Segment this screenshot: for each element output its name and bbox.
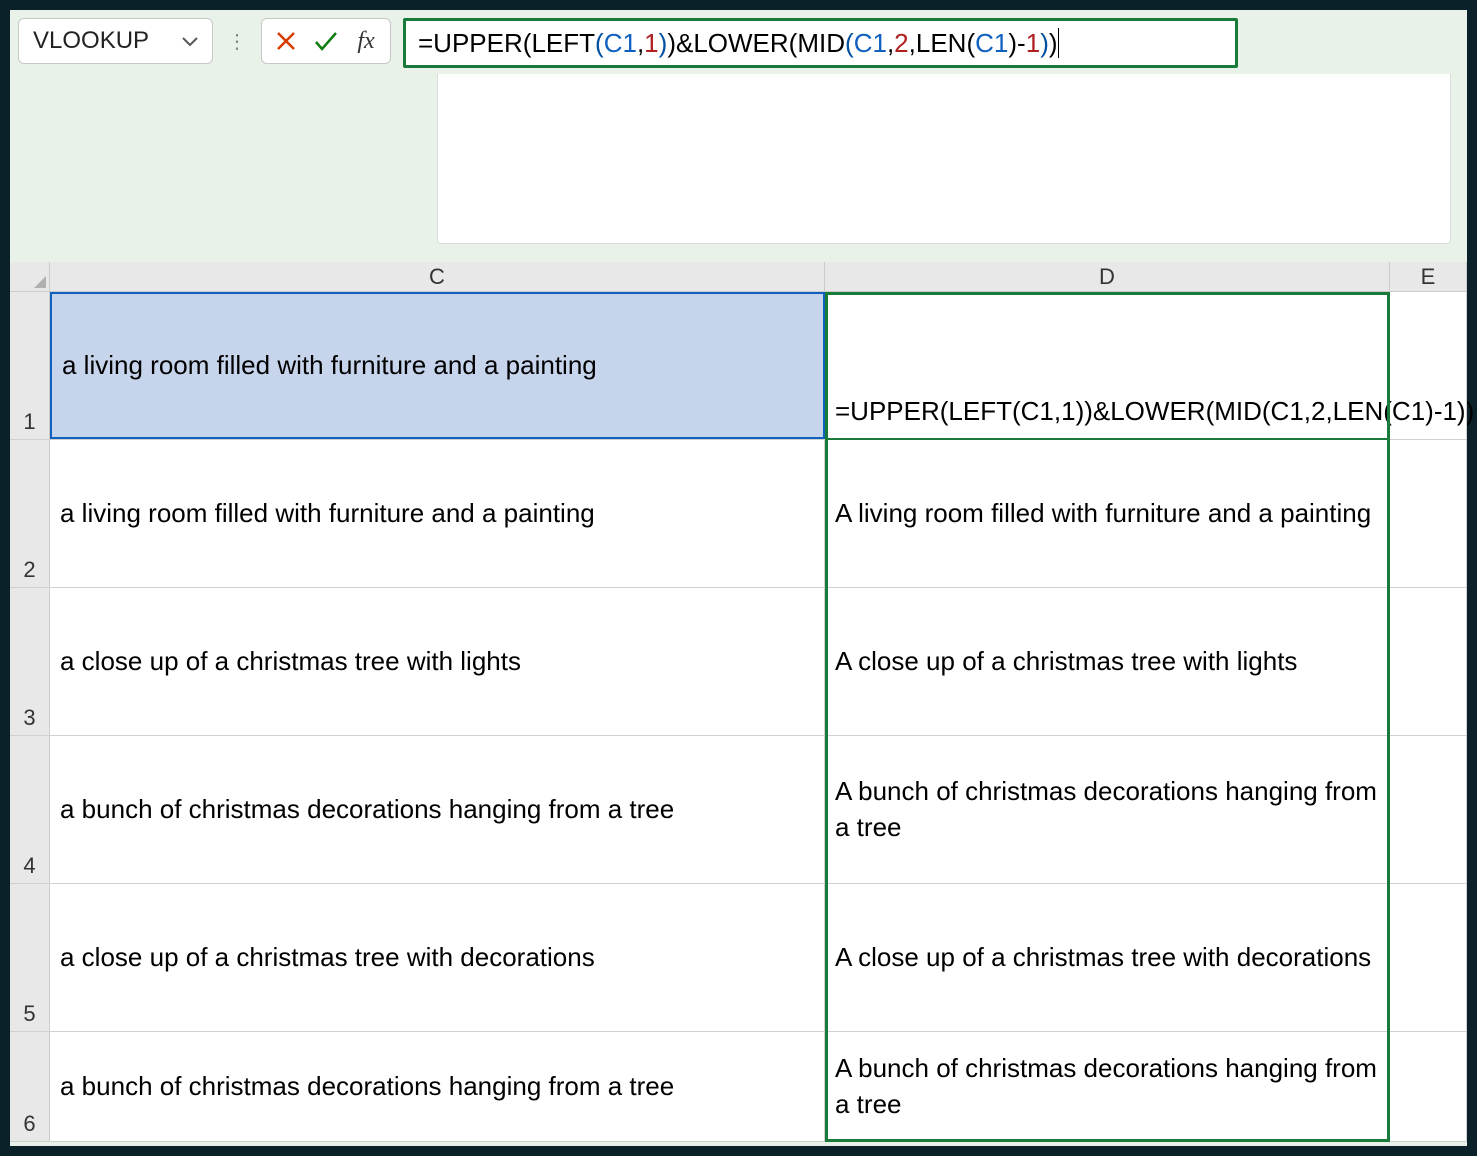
cell[interactable]: a bunch of christmas decorations hanging… xyxy=(50,736,825,883)
table-row: 2a living room filled with furniture and… xyxy=(10,440,1467,588)
row-header[interactable]: 1 xyxy=(10,292,50,439)
column-header-c[interactable]: C xyxy=(50,262,825,292)
insert-function-button[interactable]: fx xyxy=(352,27,380,55)
spreadsheet-grid[interactable]: C D E 1a living room filled with furnitu… xyxy=(10,262,1467,1142)
formula-bar-expanded[interactable] xyxy=(437,74,1451,244)
column-header-e[interactable]: E xyxy=(1390,262,1467,292)
column-header-d[interactable]: D xyxy=(825,262,1390,292)
active-cell[interactable]: =UPPER(LEFT(C1,1))&LOWER(MID(C1,2,LEN(C1… xyxy=(825,292,1390,439)
cell[interactable]: A close up of a christmas tree with deco… xyxy=(825,884,1390,1031)
table-row: 5a close up of a christmas tree with dec… xyxy=(10,884,1467,1032)
formula-input[interactable]: =UPPER(LEFT(C1,1))&LOWER(MID(C1,2,LEN(C1… xyxy=(403,18,1238,68)
formula-text: =UPPER(LEFT(C1,1))&LOWER(MID(C1,2,LEN(C1… xyxy=(418,28,1058,59)
formula-bar-buttons: fx xyxy=(261,18,391,64)
row-header[interactable]: 3 xyxy=(10,588,50,735)
cell[interactable]: A bunch of christmas decorations hanging… xyxy=(825,736,1390,883)
cell[interactable] xyxy=(1390,588,1467,735)
grid-body: 1a living room filled with furniture and… xyxy=(10,292,1467,1142)
table-row: 4a bunch of christmas decorations hangin… xyxy=(10,736,1467,884)
name-box[interactable]: VLOOKUP xyxy=(18,18,213,64)
table-row: 1a living room filled with furniture and… xyxy=(10,292,1467,440)
column-header-row: C D E xyxy=(10,262,1467,292)
select-all-corner[interactable] xyxy=(10,262,50,292)
name-box-value: VLOOKUP xyxy=(33,27,149,55)
row-header[interactable]: 2 xyxy=(10,440,50,587)
text-cursor xyxy=(1058,28,1059,58)
formula-bar: VLOOKUP ⋮ fx =UPPER(LEFT(C1,1))&LOWER(MI… xyxy=(10,10,1467,76)
cancel-button[interactable] xyxy=(272,27,300,55)
row-header[interactable]: 6 xyxy=(10,1032,50,1141)
divider-icon: ⋮ xyxy=(225,18,249,64)
cell[interactable]: A close up of a christmas tree with ligh… xyxy=(825,588,1390,735)
cell[interactable]: A bunch of christmas decorations hanging… xyxy=(825,1032,1390,1141)
enter-button[interactable] xyxy=(312,27,340,55)
row-header[interactable]: 4 xyxy=(10,736,50,883)
cell[interactable]: a living room filled with furniture and … xyxy=(50,292,825,439)
table-row: 6a bunch of christmas decorations hangin… xyxy=(10,1032,1467,1142)
cell[interactable]: a living room filled with furniture and … xyxy=(50,440,825,587)
fx-icon: fx xyxy=(357,28,374,55)
row-header[interactable]: 5 xyxy=(10,884,50,1031)
cell[interactable] xyxy=(1390,440,1467,587)
cell[interactable]: a close up of a christmas tree with ligh… xyxy=(50,588,825,735)
table-row: 3a close up of a christmas tree with lig… xyxy=(10,588,1467,736)
app-frame: VLOOKUP ⋮ fx =UPPER(LEFT(C1,1))&LOWER(MI… xyxy=(10,10,1467,1146)
cell[interactable]: a close up of a christmas tree with deco… xyxy=(50,884,825,1031)
cell[interactable] xyxy=(1390,736,1467,883)
cell[interactable]: A living room filled with furniture and … xyxy=(825,440,1390,587)
cell[interactable] xyxy=(1390,1032,1467,1141)
cell[interactable]: a bunch of christmas decorations hanging… xyxy=(50,1032,825,1141)
cell[interactable] xyxy=(1390,292,1467,439)
chevron-down-icon[interactable] xyxy=(182,31,198,52)
cell[interactable] xyxy=(1390,884,1467,1031)
